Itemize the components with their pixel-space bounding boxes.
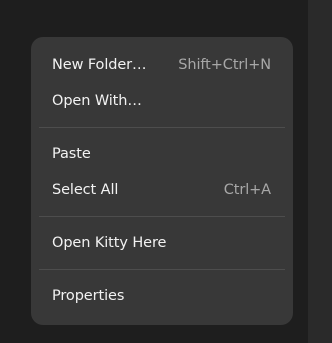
menu-item-select-all[interactable]: Select All Ctrl+A	[37, 172, 287, 208]
menu-item-shortcut: Shift+Ctrl+N	[178, 57, 271, 73]
menu-item-label: Open Kitty Here	[52, 235, 167, 251]
menu-item-label: Properties	[52, 288, 125, 304]
menu-item-shortcut: Ctrl+A	[223, 182, 271, 198]
menu-separator	[39, 127, 285, 128]
context-menu: New Folder… Shift+Ctrl+N Open With… Past…	[31, 37, 293, 325]
menu-item-new-folder[interactable]: New Folder… Shift+Ctrl+N	[37, 47, 287, 83]
menu-item-open-kitty-here[interactable]: Open Kitty Here	[37, 225, 287, 261]
menu-separator	[39, 216, 285, 217]
menu-item-label: Open With…	[52, 93, 142, 109]
menu-item-paste[interactable]: Paste	[37, 136, 287, 172]
menu-item-label: Select All	[52, 182, 119, 198]
menu-item-label: New Folder…	[52, 57, 147, 73]
menu-item-open-with[interactable]: Open With…	[37, 83, 287, 119]
window-edge	[308, 0, 332, 343]
menu-item-properties[interactable]: Properties	[37, 278, 287, 314]
menu-separator	[39, 269, 285, 270]
menu-item-label: Paste	[52, 146, 91, 162]
